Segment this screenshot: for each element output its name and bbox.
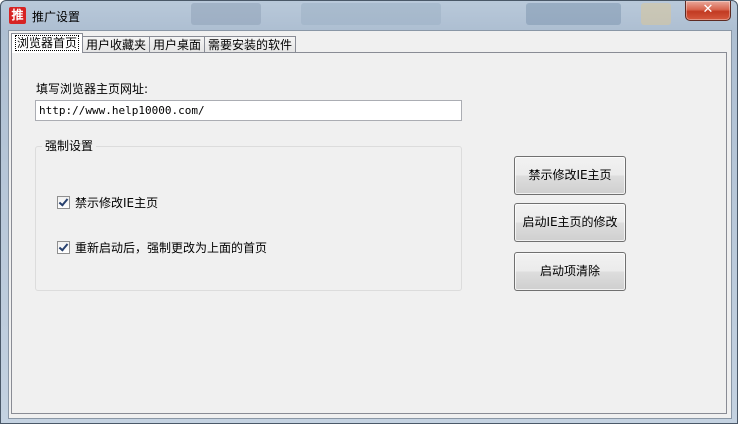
- option-force-homepage-on-restart[interactable]: 重新启动后，强制更改为上面的首页: [57, 239, 267, 256]
- disable-ie-homepage-button[interactable]: 禁示修改IE主页: [514, 156, 626, 195]
- clear-startup-button[interactable]: 启动项清除: [514, 252, 626, 291]
- tab-required-software[interactable]: 需要安装的软件: [204, 36, 297, 53]
- background-glass-blur: [191, 3, 261, 25]
- option-label: 重新启动后，强制更改为上面的首页: [75, 241, 268, 255]
- option-label: 禁示修改IE主页: [75, 196, 159, 210]
- homepage-url-input[interactable]: http://www.help10000.com/: [35, 100, 462, 121]
- background-glass-blur: [526, 3, 621, 25]
- background-glass-blur: [641, 3, 671, 25]
- tab-user-favorites[interactable]: 用户收藏夹: [82, 36, 151, 53]
- app-icon: 推: [9, 7, 26, 24]
- tab-label: 需要安装的软件: [208, 38, 293, 52]
- homepage-url-label: 填写浏览器主页网址:: [36, 82, 149, 96]
- option-disable-ie-homepage[interactable]: 禁示修改IE主页: [57, 194, 158, 211]
- force-settings-group: [35, 146, 462, 291]
- tab-browser-homepage[interactable]: 浏览器首页: [11, 33, 84, 53]
- window-title: 推广设置: [32, 10, 81, 24]
- client-area: 浏览器首页 用户收藏夹 用户桌面 需要安装的软件 填写浏览器主页网址: http…: [8, 30, 732, 419]
- tab-panel-browser-homepage: 填写浏览器主页网址: http://www.help10000.com/ 强制设…: [11, 52, 727, 414]
- tab-user-desktop[interactable]: 用户桌面: [149, 36, 206, 53]
- close-button[interactable]: ✕: [685, 1, 731, 21]
- checkbox-checked[interactable]: [57, 241, 70, 254]
- tab-label: 用户桌面: [153, 38, 202, 52]
- tab-strip: 浏览器首页 用户收藏夹 用户桌面 需要安装的软件: [11, 33, 297, 53]
- tab-label: 浏览器首页: [15, 35, 80, 51]
- enable-ie-homepage-button[interactable]: 启动IE主页的修改: [514, 203, 626, 242]
- checkbox-checked[interactable]: [57, 196, 70, 209]
- background-glass-blur: [301, 3, 441, 25]
- tab-label: 用户收藏夹: [86, 38, 147, 52]
- main-window: 推 推广设置 ✕ 浏览器首页 用户收藏夹 用户桌面 需要安装的软件 填写浏览器主…: [0, 0, 738, 424]
- force-settings-title: 强制设置: [42, 137, 97, 154]
